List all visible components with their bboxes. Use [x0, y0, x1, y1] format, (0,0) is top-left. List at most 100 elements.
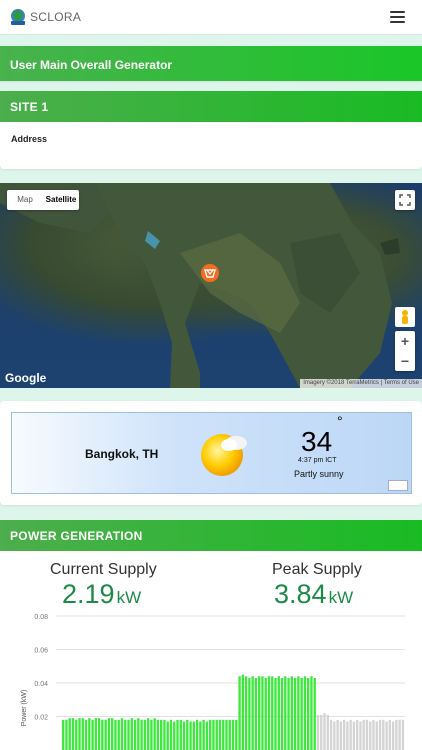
chart-bar[interactable]: [313, 677, 316, 750]
chart-bar[interactable]: [398, 719, 401, 750]
chart-bar[interactable]: [166, 721, 169, 750]
chart-bar[interactable]: [130, 718, 133, 750]
chart-bar[interactable]: [84, 719, 88, 750]
chart-bar[interactable]: [218, 719, 222, 750]
chart-bar[interactable]: [329, 719, 333, 750]
chart-bar[interactable]: [199, 721, 202, 750]
chart-bar[interactable]: [163, 719, 166, 750]
chart-bar[interactable]: [251, 676, 254, 750]
chart-bar[interactable]: [140, 719, 143, 750]
chart-bar[interactable]: [81, 718, 84, 750]
chart-bar[interactable]: [349, 719, 352, 750]
chart-bar[interactable]: [189, 721, 192, 750]
chart-bar[interactable]: [339, 721, 343, 750]
chart-bar[interactable]: [215, 719, 218, 750]
chart-bar[interactable]: [225, 719, 228, 750]
chart-bar[interactable]: [300, 677, 303, 750]
chart-bar[interactable]: [120, 718, 124, 750]
chart-bar[interactable]: [267, 676, 271, 750]
chart-bar[interactable]: [385, 721, 388, 750]
power-chart[interactable]: 0.08 0.06 0.04 0.02 Power (kW): [0, 610, 422, 750]
chart-bar[interactable]: [346, 721, 349, 750]
chart-bar[interactable]: [179, 719, 182, 750]
chart-bar[interactable]: [222, 719, 225, 750]
chart-bar[interactable]: [94, 718, 98, 750]
chart-bar[interactable]: [124, 719, 127, 750]
chart-bar[interactable]: [104, 719, 107, 750]
chart-bar[interactable]: [254, 677, 258, 750]
chart-bar[interactable]: [261, 676, 264, 750]
chart-bar[interactable]: [391, 721, 395, 750]
chart-bar[interactable]: [352, 721, 356, 750]
chart-bar[interactable]: [146, 718, 150, 750]
site-marker-icon[interactable]: [201, 264, 219, 282]
chart-bar[interactable]: [316, 714, 320, 750]
chart-bar[interactable]: [372, 719, 375, 750]
chart-bar[interactable]: [264, 677, 267, 750]
chart-bar[interactable]: [362, 719, 365, 750]
brand[interactable]: SCLORA: [9, 7, 81, 27]
chart-bar[interactable]: [271, 676, 274, 750]
chart-bar[interactable]: [101, 719, 104, 750]
chart-bar[interactable]: [150, 719, 153, 750]
chart-bar[interactable]: [359, 721, 362, 750]
hamburger-icon[interactable]: [390, 11, 405, 23]
chart-bar[interactable]: [228, 719, 231, 750]
street-view-pegman-icon[interactable]: [395, 307, 415, 327]
chart-bar[interactable]: [293, 677, 297, 750]
chart-bar[interactable]: [323, 713, 326, 750]
chart-bar[interactable]: [277, 676, 280, 750]
map-view-button[interactable]: Map: [7, 190, 43, 210]
chart-bar[interactable]: [91, 719, 94, 750]
chart-bar[interactable]: [274, 677, 277, 750]
chart-bar[interactable]: [365, 719, 369, 750]
chart-bar[interactable]: [71, 718, 75, 750]
zoom-out-button[interactable]: −: [395, 351, 415, 371]
chart-bar[interactable]: [378, 719, 382, 750]
chart-bar[interactable]: [176, 719, 179, 750]
chart-bar[interactable]: [231, 719, 235, 750]
chart-bar[interactable]: [310, 676, 313, 750]
map-attribution[interactable]: Imagery ©2018 TerraMetrics | Terms of Us…: [300, 379, 422, 388]
weather-widget[interactable]: Bangkok, TH 34 ° 4:37 pm ICT Partly sunn…: [11, 412, 412, 494]
chart-bar[interactable]: [160, 719, 163, 750]
satellite-view-button[interactable]: Satellite: [43, 190, 79, 210]
chart-bar[interactable]: [326, 714, 329, 750]
overall-generator-banner[interactable]: User Main Overall Generator: [0, 46, 422, 81]
chart-bar[interactable]: [182, 721, 186, 750]
chart-bar[interactable]: [114, 719, 117, 750]
chart-bar[interactable]: [202, 719, 205, 750]
chart-bar[interactable]: [156, 719, 160, 750]
chart-bar[interactable]: [356, 719, 359, 750]
chart-bar[interactable]: [336, 719, 339, 750]
chart-bar[interactable]: [297, 676, 300, 750]
chart-bar[interactable]: [209, 719, 212, 750]
chart-bar[interactable]: [65, 719, 68, 750]
chart-bar[interactable]: [342, 719, 346, 750]
chart-bar[interactable]: [88, 718, 91, 750]
chart-bar[interactable]: [382, 719, 385, 750]
chart-bar[interactable]: [173, 721, 176, 750]
chart-bar[interactable]: [62, 719, 65, 750]
chart-bar[interactable]: [401, 719, 405, 750]
chart-bar[interactable]: [248, 677, 251, 750]
chart-bar[interactable]: [258, 676, 261, 750]
chart-bar[interactable]: [280, 677, 284, 750]
chart-bar[interactable]: [290, 676, 294, 750]
chart-bar[interactable]: [244, 676, 248, 750]
chart-bar[interactable]: [97, 718, 101, 750]
chart-bar[interactable]: [307, 677, 310, 750]
chart-bar[interactable]: [78, 718, 81, 750]
weather-source-icon[interactable]: [388, 480, 408, 491]
chart-bar[interactable]: [186, 719, 189, 750]
satellite-map[interactable]: Map Satellite + − Google Imagery ©2018 T…: [0, 183, 422, 388]
chart-bar[interactable]: [75, 719, 78, 750]
chart-bar[interactable]: [388, 719, 392, 750]
chart-bar[interactable]: [212, 719, 215, 750]
chart-bar[interactable]: [369, 721, 372, 750]
chart-bar[interactable]: [287, 677, 290, 750]
chart-bar[interactable]: [143, 719, 147, 750]
chart-bar[interactable]: [111, 718, 114, 750]
fullscreen-icon[interactable]: [395, 190, 415, 210]
chart-bar[interactable]: [205, 721, 209, 750]
